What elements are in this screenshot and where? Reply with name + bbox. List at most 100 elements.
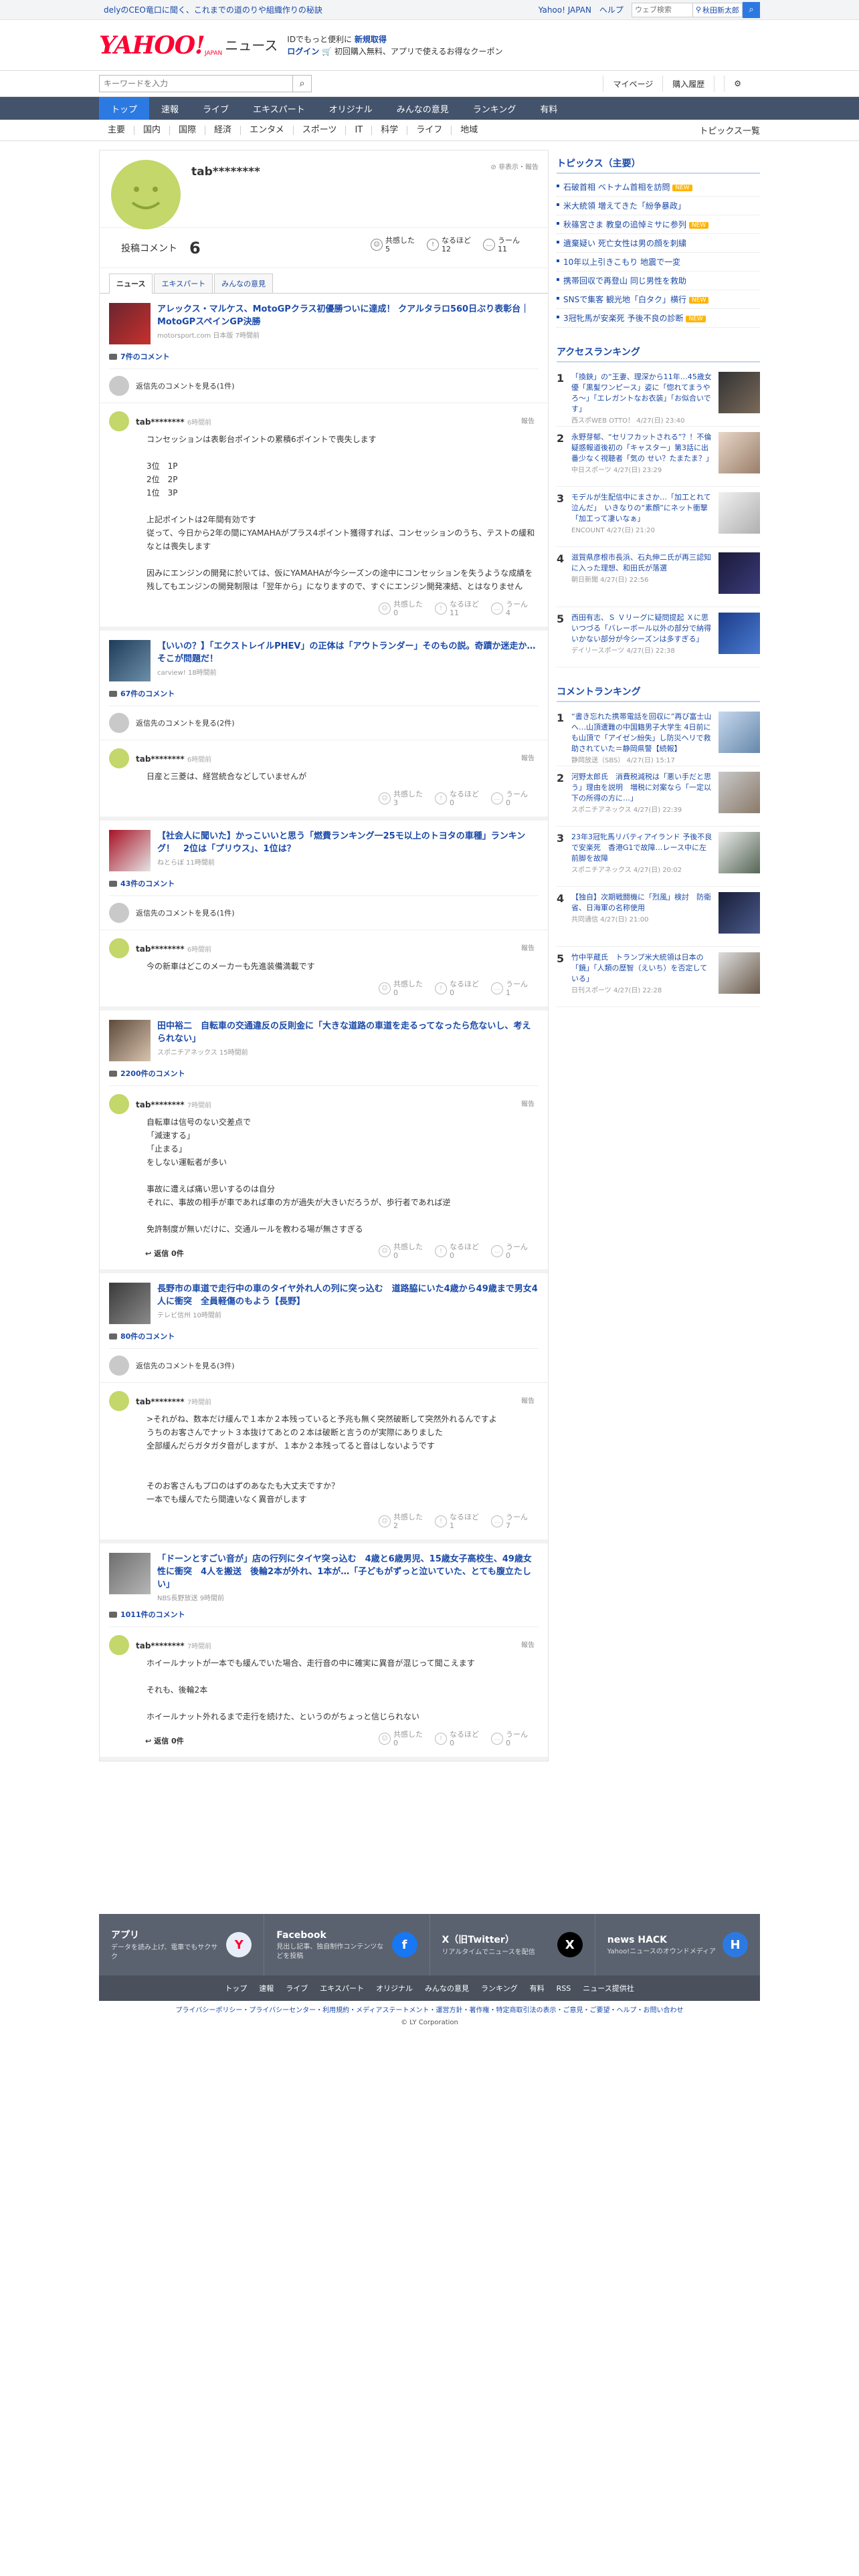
- article-link[interactable]: 長野市の車道で走行中の車のタイヤ外れ人の列に突っ込む 道路脇にいた4歳から49歳…: [100, 1273, 548, 1331]
- news-search-input[interactable]: [99, 75, 293, 92]
- insight-button[interactable]: ! なるほど 0: [435, 1730, 479, 1747]
- hmm-button[interactable]: … うーん 0: [491, 1730, 528, 1747]
- report-link[interactable]: 報告: [521, 752, 535, 762]
- report-link[interactable]: 報告: [521, 1395, 535, 1405]
- category-local[interactable]: 地域: [452, 125, 486, 135]
- article-title[interactable]: 田中裕二 自転車の交通違反の反則金に「大きな道路の車道を走るってなったら危ないし…: [157, 1020, 539, 1045]
- empathy-button[interactable]: ☺ 共感した 3: [379, 790, 423, 807]
- category-life[interactable]: ライフ: [407, 125, 452, 135]
- reply-button[interactable]: ↩ 返信 0件: [145, 1735, 184, 1746]
- empathy-button[interactable]: ☺ 共感した 0: [379, 980, 423, 997]
- footer-link[interactable]: ライブ: [286, 1983, 308, 1994]
- topic-item[interactable]: 秋篠宮さま 教皇の追悼ミサに参列 NEW: [557, 215, 760, 234]
- insight-button[interactable]: ! なるほど 1: [435, 1513, 479, 1530]
- report-link[interactable]: 報告: [521, 1098, 535, 1108]
- article-link[interactable]: 田中裕二 自転車の交通違反の反則金に「大きな道路の車道を走るってなったら危ないし…: [100, 1010, 548, 1068]
- article-link[interactable]: 【社会人に聞いた】かっこいいと思う「燃費ランキング一25モ以上のトヨタの車種」ラ…: [100, 821, 548, 878]
- empathy-button[interactable]: ☺ 共感した 0: [379, 600, 423, 617]
- topic-item[interactable]: 米大統領 増えてきた「紛争暴政」: [557, 197, 760, 215]
- nav-live[interactable]: ライブ: [191, 97, 241, 120]
- tab-expert[interactable]: エキスパート: [154, 274, 213, 293]
- footer-link[interactable]: エキスパート: [320, 1983, 364, 1994]
- hmm-button[interactable]: … うーん 4: [491, 600, 528, 617]
- hmm-button[interactable]: … うーん 1: [491, 980, 528, 997]
- footer-link[interactable]: トップ: [225, 1983, 247, 1994]
- article-link[interactable]: アレックス・マルケス、MotoGPクラス初優勝ついに達成！ クアルタラロ560日…: [100, 294, 548, 351]
- topics-list-link[interactable]: トピックス一覧: [699, 124, 760, 136]
- web-search-button[interactable]: ⌕: [743, 1, 760, 18]
- footer-link[interactable]: オリジナル: [376, 1983, 413, 1994]
- hide-report-button[interactable]: ⊘ 非表示・報告: [490, 161, 539, 171]
- category-world[interactable]: 国際: [170, 125, 206, 135]
- comment-count-link[interactable]: 80件のコメント: [100, 1331, 548, 1341]
- reply-button[interactable]: ↩ 返信 0件: [145, 1248, 184, 1259]
- footer-promo-1[interactable]: Facebook 見出し記事、独自制作コンテンツなどを投稿 f: [264, 1914, 430, 1975]
- nav-paid[interactable]: 有料: [528, 97, 569, 120]
- parent-comment-toggle[interactable]: 返信先のコメントを見る(1件): [100, 896, 548, 930]
- ranking-item[interactable]: 2 永野芽郁、“セリフカットされる”？！不倫疑惑報道後初の「キャスター」第3話に出…: [557, 427, 760, 487]
- nav-expert[interactable]: エキスパート: [241, 97, 317, 120]
- ranking-item[interactable]: 4 【独自】次期戦闘機に「烈風」検討 防衛省、日海軍の名称使用 共同通信 4/27(…: [557, 887, 760, 947]
- footer-link[interactable]: 速報: [259, 1983, 274, 1994]
- category-domestic[interactable]: 国内: [134, 125, 171, 135]
- article-title[interactable]: 長野市の車道で走行中の車のタイヤ外れ人の列に突っ込む 道路脇にいた4歳から49歳…: [157, 1283, 539, 1308]
- footer-link[interactable]: RSS: [557, 1984, 571, 1993]
- article-link[interactable]: 【いいの？】「エクストレイルPHEV」の正体は「アウトランダー」そのもの説。奇蹟…: [100, 631, 548, 688]
- ranking-item[interactable]: 1 “書き忘れた携帯電話を回収に”再び富士山へ…山頂遭難の中国籍男子大学生 4日前…: [557, 706, 760, 766]
- yahoo-news-logo[interactable]: YAHOO! JAPAN ニュース: [99, 31, 278, 60]
- category-science[interactable]: 科学: [372, 125, 408, 135]
- insight-button[interactable]: ! なるほど 11: [435, 600, 479, 617]
- web-search-input[interactable]: [631, 2, 693, 17]
- yahoo-japan-link[interactable]: Yahoo! JAPAN: [539, 5, 591, 15]
- article-link[interactable]: 「ドーンとすごい音が」店の行列にタイヤ突っ込む 4歳と6歳男児、15歳女子高校生…: [100, 1543, 548, 1609]
- footer-link[interactable]: ランキング: [481, 1983, 518, 1994]
- report-link[interactable]: 報告: [521, 415, 535, 425]
- nav-ranking[interactable]: ランキング: [461, 97, 529, 120]
- tab-news[interactable]: ニュース: [109, 274, 153, 294]
- article-title[interactable]: 【社会人に聞いた】かっこいいと思う「燃費ランキング一25モ以上のトヨタの車種」ラ…: [157, 830, 539, 855]
- ranking-item[interactable]: 2 河野太郎氏 消費税減税は「悪い手だと思う」理由を説明 増税に対案なら「一定以下…: [557, 766, 760, 827]
- nav-opinion[interactable]: みんなの意見: [385, 97, 461, 120]
- footer-promo-3[interactable]: news HACK Yahoo!ニュースのオウンドメディア H: [595, 1914, 760, 1975]
- category-sports[interactable]: スポーツ: [294, 125, 347, 135]
- ranking-item[interactable]: 5 西田有志、Ｓ Ｖリーグに疑問提起 Ｘに思いつづる「バレーボール以外の部分で納得…: [557, 607, 760, 667]
- ranking-item[interactable]: 1 「換鋏」の“王妻、理深から11年…45歳女優「黒髪ワンピース」姿に「惚れてまう…: [557, 366, 760, 427]
- footer-promo-2[interactable]: X（旧Twitter） リアルタイムでニュースを配信 X: [430, 1914, 595, 1975]
- tab-opinion[interactable]: みんなの意見: [214, 274, 274, 293]
- help-link[interactable]: ヘルプ: [599, 4, 624, 15]
- footer-promo-0[interactable]: アプリ データを読み上げ、電車でもサクサク Y: [99, 1914, 265, 1975]
- signup-link[interactable]: 新規取得: [355, 35, 387, 44]
- comment-count-link[interactable]: 2200件のコメント: [100, 1068, 548, 1079]
- location-selector[interactable]: ⚲ 秋田新太郎: [692, 2, 743, 17]
- legal-links[interactable]: プライバシーポリシー・プライバシーセンター・利用規約・メディアステートメント・運…: [99, 2005, 760, 2017]
- topic-item[interactable]: 石破首相 ベトナム首相を訪問 NEW: [557, 178, 760, 197]
- category-economy[interactable]: 経済: [205, 125, 242, 135]
- footer-link[interactable]: ニュース提供社: [583, 1983, 634, 1994]
- category-entertainment[interactable]: エンタメ: [241, 125, 294, 135]
- hmm-button[interactable]: … うーん 0: [491, 790, 528, 807]
- top-notice-link[interactable]: delyのCEO竜口に聞く、これまでの道のりや組織作りの秘訣: [104, 4, 322, 15]
- article-title[interactable]: 【いいの？】「エクストレイルPHEV」の正体は「アウトランダー」そのもの説。奇蹟…: [157, 640, 539, 665]
- comment-count-link[interactable]: 1011件のコメント: [100, 1609, 548, 1620]
- report-link[interactable]: 報告: [521, 942, 535, 952]
- category-main[interactable]: 主要: [99, 125, 135, 135]
- coupon-text[interactable]: 初回購入無料、アプリで使えるお得なクーポン: [335, 47, 503, 56]
- parent-comment-toggle[interactable]: 返信先のコメントを見る(1件): [100, 369, 548, 403]
- hmm-button[interactable]: … うーん 7: [491, 1513, 528, 1530]
- topic-item[interactable]: 遺棄疑い 死亡女性は男の顔を刺繍: [557, 234, 760, 253]
- topic-item[interactable]: 携帯回収で再登山 同じ男性を救助: [557, 272, 760, 290]
- insight-button[interactable]: ! なるほど 0: [435, 1243, 479, 1260]
- mypage-link[interactable]: マイページ: [603, 76, 662, 92]
- article-title[interactable]: 「ドーンとすごい音が」店の行列にタイヤ突っ込む 4歳と6歳男児、15歳女子高校生…: [157, 1553, 539, 1591]
- login-link[interactable]: ログイン: [287, 47, 319, 56]
- ranking-item[interactable]: 4 滋賀県彦根市長浜、石丸伸二氏が再三認知に入った理想、和田氏が落選 朝日新聞 4/…: [557, 547, 760, 607]
- topic-item[interactable]: 3冠牝馬が安楽死 予後不良の診断 NEW: [557, 309, 760, 328]
- footer-link[interactable]: みんなの意見: [425, 1983, 469, 1994]
- comment-count-link[interactable]: 7件のコメント: [100, 351, 548, 362]
- empathy-button[interactable]: ☺ 共感した 0: [379, 1243, 423, 1260]
- topic-item[interactable]: SNSで集客 観光地「白タク」横行 NEW: [557, 290, 760, 309]
- category-it[interactable]: IT: [346, 125, 373, 135]
- parent-comment-toggle[interactable]: 返信先のコメントを見る(3件): [100, 1349, 548, 1383]
- comment-count-link[interactable]: 67件のコメント: [100, 688, 548, 699]
- hmm-button[interactable]: … うーん 0: [491, 1243, 528, 1260]
